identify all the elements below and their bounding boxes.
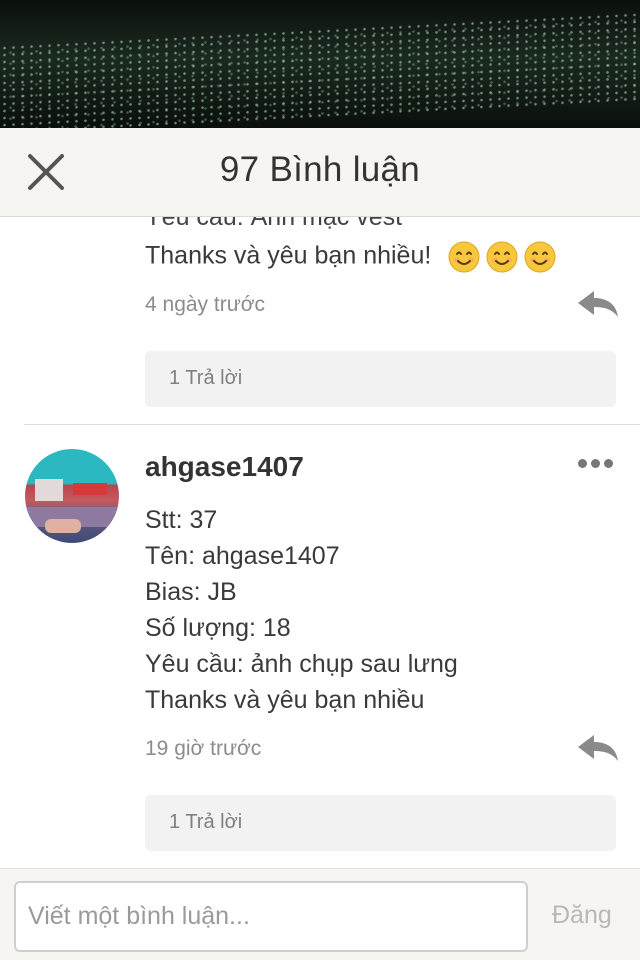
comment-line: Số lượng: 18 <box>145 614 291 642</box>
comment-text: Thanks và yêu bạn nhiều! <box>145 241 432 270</box>
more-dots-icon <box>578 455 617 472</box>
avatar[interactable] <box>25 449 119 543</box>
comment-input[interactable] <box>14 881 528 952</box>
concert-lights <box>0 11 640 128</box>
comment-username[interactable]: ahgase1407 <box>145 451 304 483</box>
avatar-detail <box>73 483 107 495</box>
reply-arrow-icon <box>578 735 618 761</box>
comments-header: 97 Bình luận <box>0 128 640 217</box>
more-options-button[interactable] <box>578 455 618 469</box>
comment-line: Yêu cầu: ảnh chụp sau lưng <box>145 650 458 678</box>
background-photo <box>0 0 640 128</box>
comment-divider <box>24 424 640 425</box>
smiley-icon <box>486 241 518 273</box>
view-replies-button[interactable]: 1 Trả lời <box>145 795 616 851</box>
view-replies-button[interactable]: 1 Trả lời <box>145 351 616 407</box>
comment-line: Thanks và yêu bạn nhiều! <box>145 241 556 273</box>
smiley-icon <box>448 241 480 273</box>
post-button[interactable]: Đăng <box>552 901 612 930</box>
reply-button[interactable] <box>576 289 620 319</box>
comment-line: Bias: JB <box>145 578 237 606</box>
reply-count: 1 Trả lời <box>169 367 243 389</box>
reply-arrow-icon <box>578 291 618 317</box>
emoji-group <box>448 241 556 273</box>
comment-line: Yêu cầu: Ảnh mặc vest <box>145 217 403 231</box>
avatar-detail <box>45 519 81 533</box>
comments-screen: 97 Bình luận Yêu cầu: Ảnh mặc vest Thank… <box>0 0 640 960</box>
comment-composer: Đăng <box>0 868 640 960</box>
comment-list[interactable]: Yêu cầu: Ảnh mặc vest Thanks và yêu bạn … <box>0 217 640 868</box>
comment-timestamp: 4 ngày trước <box>145 293 266 316</box>
avatar-detail <box>35 479 63 501</box>
comment-line: Tên: ahgase1407 <box>145 542 340 570</box>
reply-count: 1 Trả lời <box>169 811 243 833</box>
smiley-icon <box>524 241 556 273</box>
comment-line: Stt: 37 <box>145 506 218 534</box>
comment-timestamp: 19 giờ trước <box>145 737 262 760</box>
comment-line: Thanks và yêu bạn nhiều <box>145 686 425 714</box>
reply-button[interactable] <box>576 733 620 763</box>
page-title: 97 Bình luận <box>219 150 421 189</box>
